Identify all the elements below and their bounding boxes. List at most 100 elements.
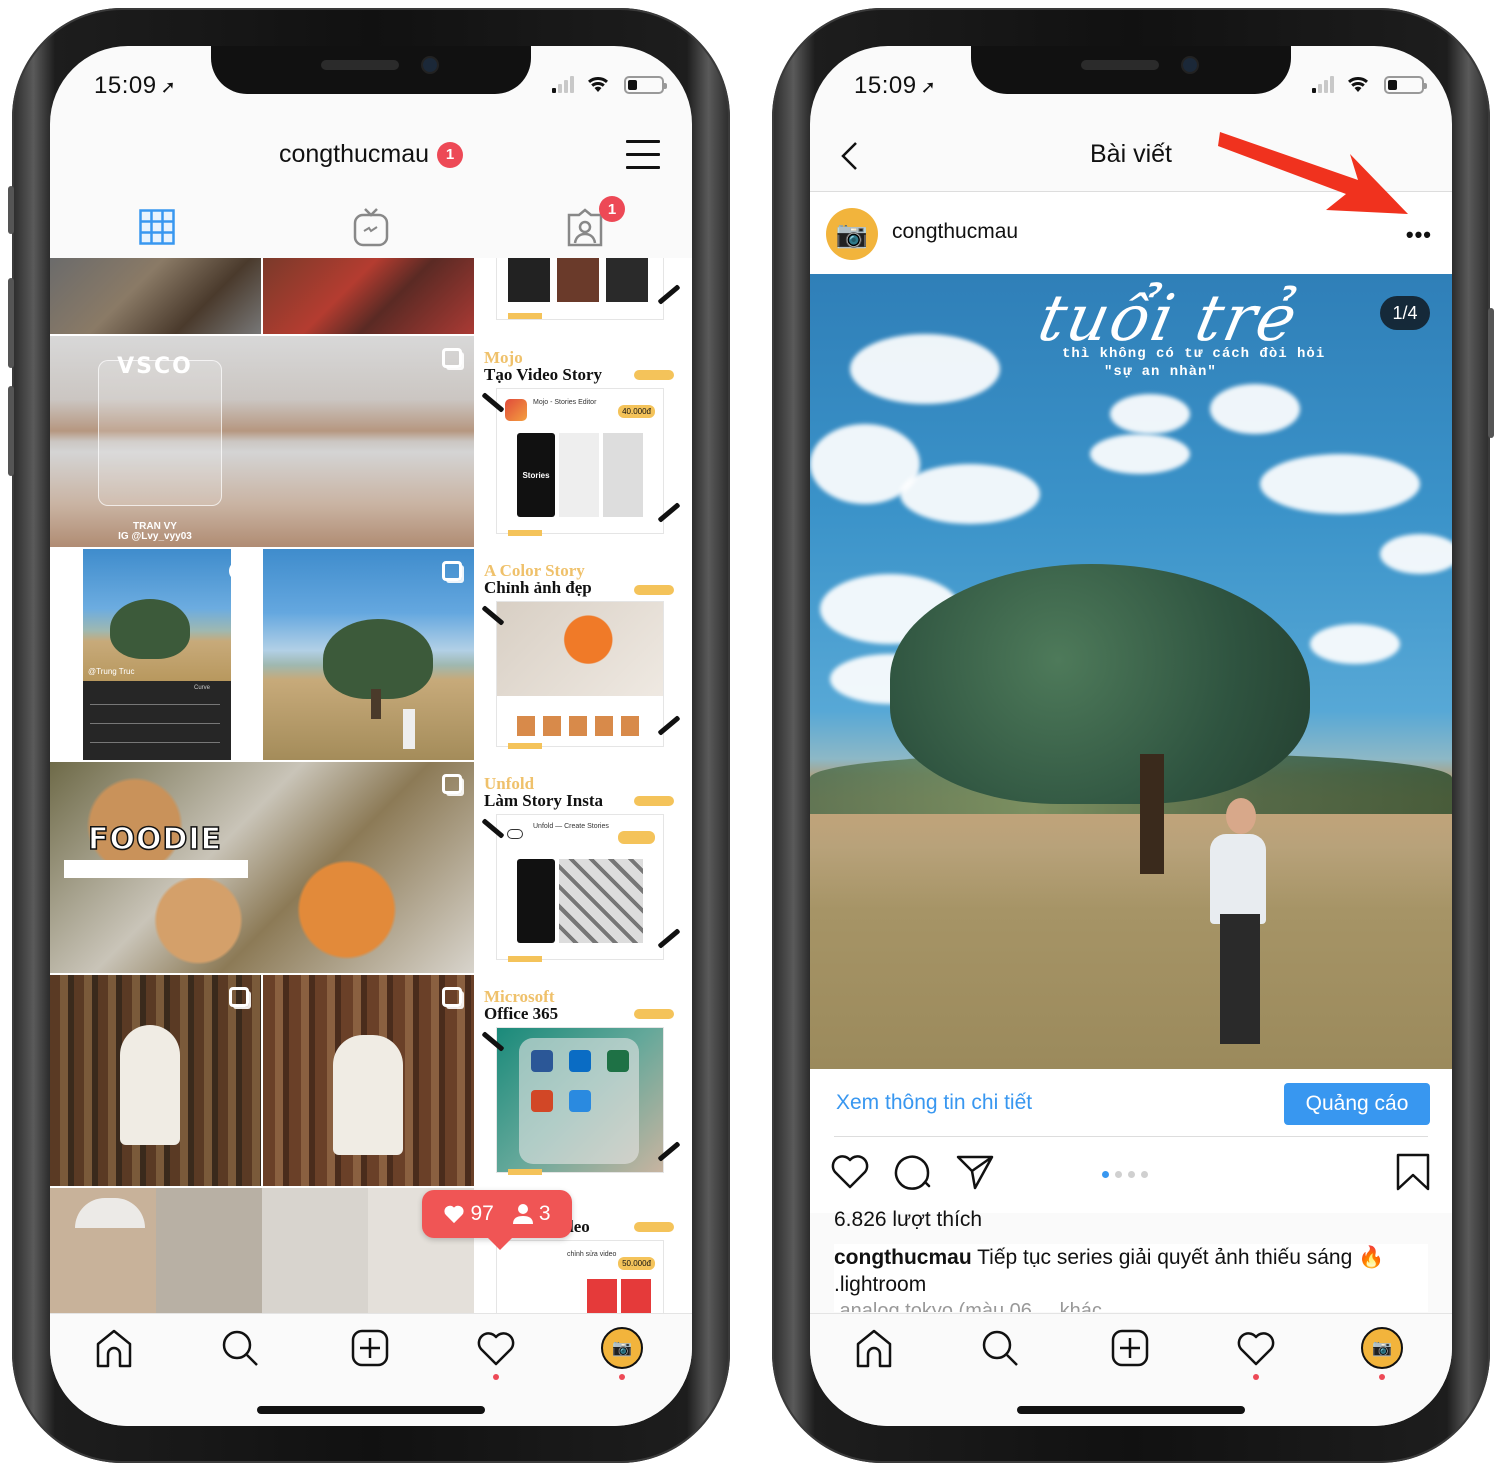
caption-username[interactable]: congthucmau [834,1246,972,1269]
wifi-icon [1348,76,1368,92]
tab-tagged[interactable]: 1 [478,196,692,258]
phone-frame-left: 15:09 ➚ congthucmau 1 1 VSCO TRAN VY IG … [8,8,730,1463]
post-photo[interactable]: tuổi trẻ thì không có tư cách đòi hỏi "s… [810,274,1452,1069]
status-time: 15:09 ➚ [854,72,937,99]
post-caption: congthucmau Tiếp tục series giải quyết ả… [834,1244,1428,1312]
app-card-a-color-story[interactable]: A Color Story Chỉnh ảnh đẹp [481,562,684,763]
caption-line-3[interactable]: .analog.tokyo (màu 06 ... khác [834,1298,1428,1312]
nav-new-post[interactable] [348,1326,392,1370]
carousel-dots [1102,1171,1148,1178]
like-count[interactable]: 6.826 lượt thích [834,1208,982,1232]
post-tile-foodie[interactable]: FOODIE [50,762,474,973]
location-arrow-icon: ➚ [920,77,937,97]
post-tile[interactable] [263,975,474,1186]
phone-frame-right: 15:09 ➚ Bài viết 📷 congthucmau ••• tuổi … [772,8,1494,1463]
nav-activity[interactable] [474,1326,518,1370]
more-options-icon[interactable]: ••• [1406,222,1432,248]
profile-header: congthucmau 1 [50,136,692,196]
post-tile[interactable] [50,258,261,334]
comment-icon[interactable] [894,1153,932,1191]
promote-button[interactable]: Quảng cáo [1284,1083,1430,1125]
camera-avatar-icon: 📷 [1361,1327,1403,1369]
bottom-nav: 📷 [810,1313,1452,1426]
tagged-badge: 1 [599,196,625,222]
photo-line-2: "sự an nhàn" [1104,364,1217,380]
post-tile-street[interactable] [50,1188,474,1313]
post-tile-vsco[interactable]: VSCO TRAN VY IG @Lvy_vyy03 [50,336,474,547]
plus-square-icon [351,1329,389,1367]
carousel-indicator-icon [442,987,462,1007]
nav-search[interactable] [218,1326,262,1370]
nav-activity[interactable] [1234,1326,1278,1370]
carousel-indicator-icon [442,774,462,794]
profile-screen: 15:09 ➚ congthucmau 1 1 VSCO TRAN VY IG … [50,46,692,1426]
carousel-indicator-icon [229,561,249,581]
home-indicator[interactable] [257,1406,485,1414]
profile-dot [619,1374,625,1380]
signal-icon [1312,76,1334,93]
heart-icon [477,1332,515,1366]
hamburger-menu-icon[interactable] [626,140,660,170]
promo-bar: Xem thông tin chi tiết Quảng cáo [810,1069,1452,1137]
volume-up-button [8,278,14,368]
author-name[interactable]: congthucmau [892,220,1018,244]
tree-tool-label: Curve [194,685,211,691]
activity-dot [493,1374,499,1380]
tagged-icon [567,208,603,247]
home-icon [856,1329,892,1368]
home-icon [96,1329,132,1368]
profile-dot [1379,1374,1385,1380]
foodie-title: FOODIE [87,821,223,858]
grid-icon [139,209,175,245]
post-tile[interactable] [263,258,474,334]
profile-tabs: 1 [50,196,692,258]
camera-avatar-icon: 📷 [601,1327,643,1369]
igtv-icon [353,208,389,247]
status-time: 15:09 ➚ [94,72,177,99]
battery-icon [624,76,667,94]
tab-igtv[interactable] [264,196,478,258]
caption-text: Tiếp tục series giải quyết ảnh thiếu sán… [971,1246,1385,1269]
search-icon [982,1330,1018,1366]
author-avatar[interactable]: 📷 [826,208,878,260]
post-tile[interactable] [50,975,261,1186]
profile-username[interactable]: congthucmau 1 [279,140,464,169]
carousel-indicator-icon [442,561,462,581]
home-indicator[interactable] [1017,1406,1245,1414]
app-cards-column: Mojo Tạo Video Story Mojo - Stories Edito… [476,258,692,1313]
signal-icon [552,76,574,93]
post-tile-tree-edit[interactable]: @Trung Truc Curve [50,549,261,760]
share-direct-icon[interactable] [956,1153,994,1191]
activity-popup[interactable]: 97 3 [422,1190,572,1250]
nav-profile[interactable]: 📷 [1360,1326,1404,1370]
app-card-office[interactable]: Microsoft Office 365 [481,988,684,1189]
posts-grid: VSCO TRAN VY IG @Lvy_vyy03 @Trung Truc Cu… [50,258,692,1313]
nav-search[interactable] [978,1326,1022,1370]
tree-credit: @Trung Truc [88,667,135,676]
nav-new-post[interactable] [1108,1326,1152,1370]
annotation-arrow-icon [1218,132,1408,214]
carousel-indicator-icon [442,348,462,368]
like-heart-icon[interactable] [830,1153,870,1189]
vsco-title: VSCO [117,354,193,379]
app-card-unfold[interactable]: Unfold Làm Story Insta Unfold — Create St… [481,775,684,976]
tab-grid[interactable] [50,196,264,258]
nav-home[interactable] [852,1326,896,1370]
post-tile[interactable] [263,549,474,760]
photo-line-1: thì không có tư cách đòi hỏi [1062,346,1326,362]
plus-square-icon [1111,1329,1149,1367]
search-icon [222,1330,258,1366]
nav-home[interactable] [92,1326,136,1370]
view-details-link[interactable]: Xem thông tin chi tiết [836,1091,1032,1115]
bookmark-icon[interactable] [1396,1153,1430,1191]
app-card-mojo[interactable]: Mojo Tạo Video Story Mojo - Stories Edito… [481,349,684,550]
heart-icon [1237,1332,1275,1366]
post-screen: 15:09 ➚ Bài viết 📷 congthucmau ••• tuổi … [810,46,1452,1426]
nav-profile[interactable]: 📷 [600,1326,644,1370]
notification-badge: 1 [437,141,464,168]
vsco-credit: TRAN VY IG @Lvy_vyy03 [118,521,192,542]
mute-switch [8,186,14,234]
app-card[interactable] [484,258,684,334]
person-icon [512,1204,533,1224]
wifi-icon [588,76,608,92]
